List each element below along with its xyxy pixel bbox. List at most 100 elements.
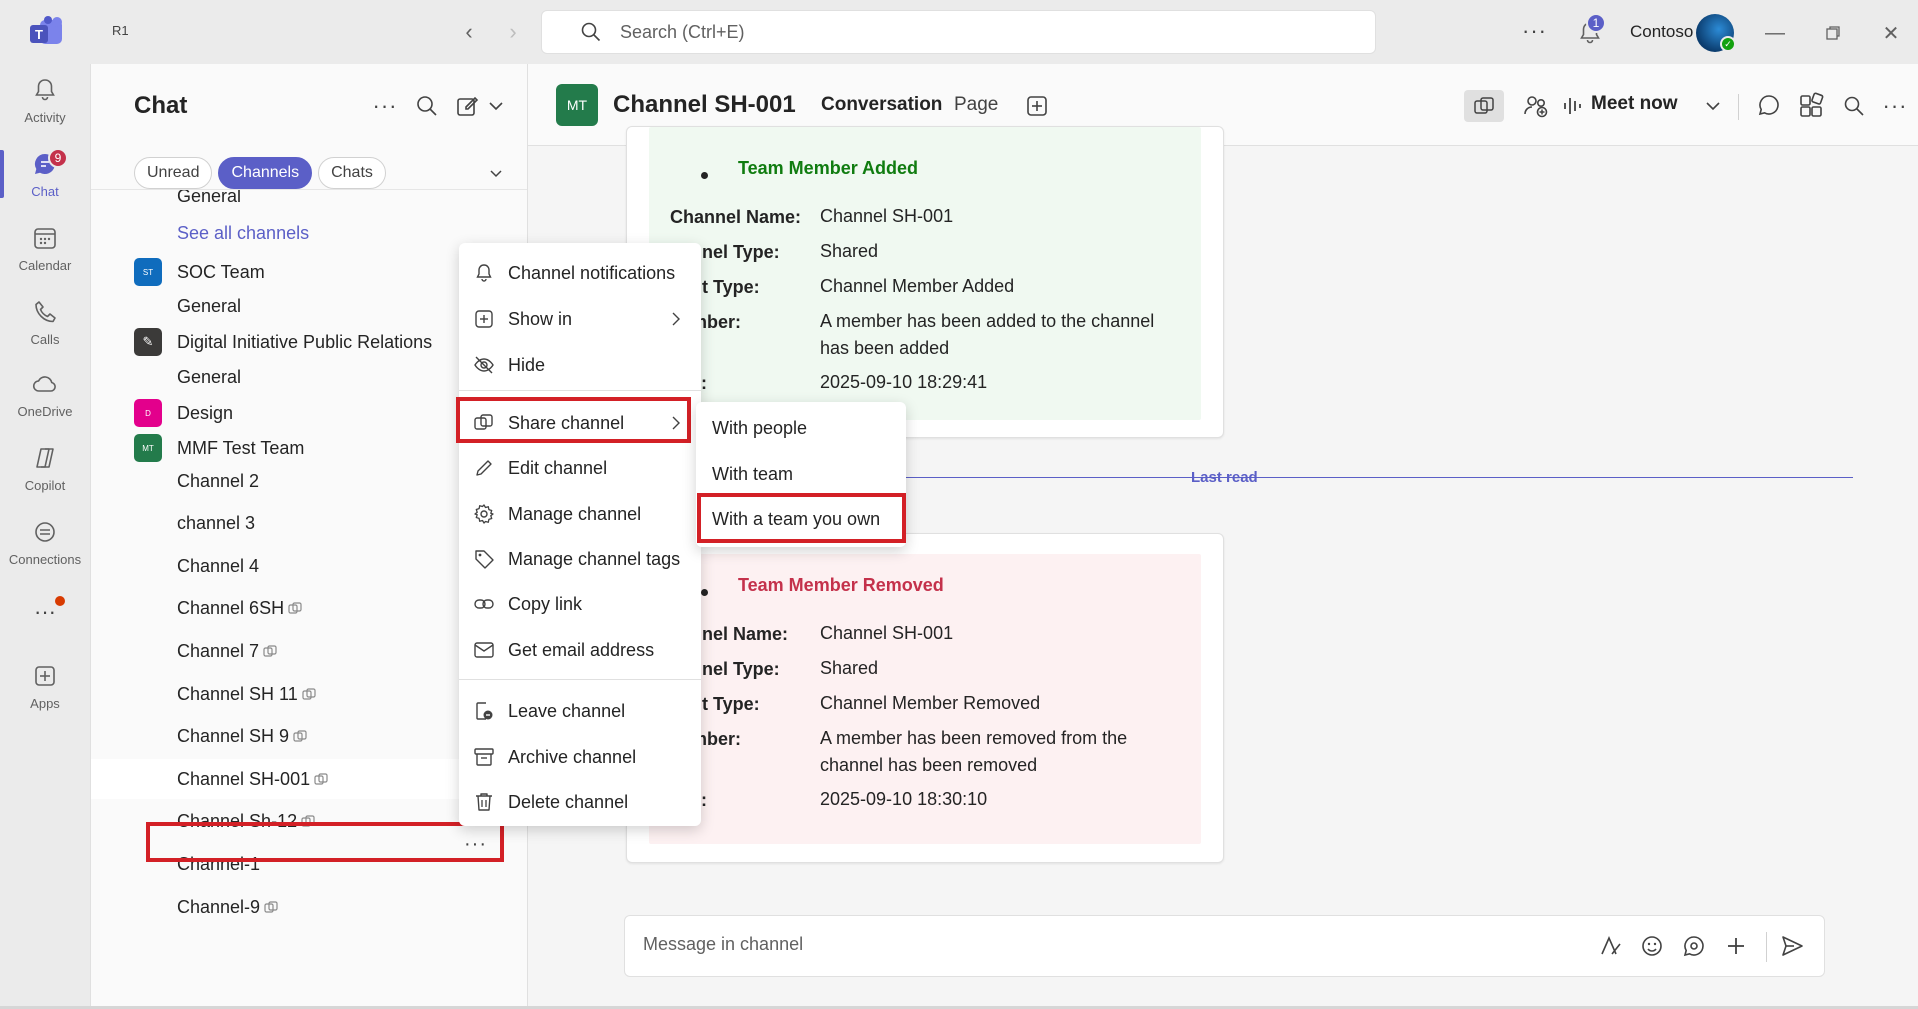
list-item[interactable]: Channel-9 xyxy=(91,887,527,927)
menu-item-channel-notifications[interactable]: Channel notifications xyxy=(459,251,701,295)
tab-page[interactable]: Page xyxy=(954,94,998,116)
format-text-icon[interactable] xyxy=(1596,932,1624,960)
svg-text:T: T xyxy=(35,27,43,42)
menu-item-manage-channel[interactable]: Manage channel xyxy=(459,492,701,536)
audio-waveform-icon[interactable] xyxy=(1559,91,1589,121)
rail-calls[interactable]: Calls xyxy=(0,286,90,358)
apps-icon[interactable] xyxy=(1796,91,1826,121)
list-item[interactable]: General xyxy=(91,190,527,216)
menu-item-copy-link[interactable]: Copy link xyxy=(459,582,701,626)
restore-icon[interactable] xyxy=(1818,18,1848,48)
add-icon[interactable] xyxy=(1722,932,1750,960)
menu-item-label: Hide xyxy=(508,354,546,375)
emoji-icon[interactable] xyxy=(1638,932,1666,960)
search-box[interactable] xyxy=(541,10,1376,54)
search-icon[interactable] xyxy=(413,92,441,120)
field-value: 2025-09-10 18:29:41 xyxy=(820,372,988,392)
message-card-added: Team Member Added Channel Name: Channel … xyxy=(626,126,1224,438)
forward-arrow-icon[interactable]: › xyxy=(499,18,527,46)
meet-now-button[interactable]: Meet now xyxy=(1591,93,1678,115)
org-label: R1 xyxy=(112,23,129,38)
field-key: nnel Type: xyxy=(691,242,780,262)
menu-item-archive-channel[interactable]: Archive channel xyxy=(459,735,701,779)
search-icon[interactable] xyxy=(1839,91,1869,121)
item-label: Channel SH 11 xyxy=(177,683,298,704)
card-title: Team Member Removed xyxy=(738,575,944,595)
chevron-down-icon[interactable] xyxy=(487,164,505,182)
close-window-icon[interactable]: ✕ xyxy=(1876,18,1906,48)
field-value: A member has been removed from the chann… xyxy=(820,728,1128,775)
field-key: Channel Name: xyxy=(670,207,802,227)
add-tab-icon[interactable] xyxy=(1025,94,1049,118)
more-options-icon[interactable]: ··· xyxy=(1880,91,1910,121)
menu-item-show-in[interactable]: Show in xyxy=(459,297,701,341)
compose-icon[interactable] xyxy=(454,92,482,120)
field-value: Channel Member Removed xyxy=(820,693,1041,713)
menu-item-label: Manage channel tags xyxy=(508,548,681,569)
shared-channel-button[interactable] xyxy=(1464,90,1504,122)
search-input[interactable] xyxy=(620,21,1220,43)
channel-title: Channel SH-001 xyxy=(613,91,796,118)
tenant-name[interactable]: Contoso xyxy=(1630,22,1693,42)
loop-icon[interactable] xyxy=(1680,932,1708,960)
chevron-down-icon[interactable] xyxy=(1698,91,1728,121)
team-avatar: ST xyxy=(134,258,162,286)
filter-unread[interactable]: Unread xyxy=(134,157,213,189)
filter-channels[interactable]: Channels xyxy=(218,157,313,189)
gear-icon xyxy=(474,504,494,524)
phone-icon xyxy=(35,300,56,322)
message-composer[interactable] xyxy=(624,915,1825,977)
back-arrow-icon[interactable]: ‹ xyxy=(455,18,483,46)
menu-item-label: Show in xyxy=(508,308,573,329)
submenu-item-with-people[interactable]: With people xyxy=(712,418,807,439)
rail-calendar[interactable]: Calendar xyxy=(0,212,90,284)
menu-item-get-email-address[interactable]: Get email address xyxy=(459,628,701,672)
rail-apps[interactable]: Apps xyxy=(0,650,90,722)
rail-chat[interactable]: Chat 9 xyxy=(0,138,90,210)
notification-badge: 1 xyxy=(1586,13,1606,33)
chevron-down-icon[interactable] xyxy=(482,92,510,120)
cloud-icon xyxy=(32,375,56,392)
more-options-icon[interactable]: ··· xyxy=(1522,18,1547,44)
chat-bubbles-icon[interactable] xyxy=(1754,91,1784,121)
shared-channel-icon xyxy=(288,602,302,614)
rail-copilot[interactable]: Copilot xyxy=(0,432,90,504)
menu-item-label: Channel notifications xyxy=(508,262,676,283)
add-app-icon xyxy=(35,665,55,686)
menu-item-delete-channel[interactable]: Delete channel xyxy=(459,780,701,824)
rail-connections[interactable]: Connections xyxy=(0,506,90,578)
filter-chats[interactable]: Chats xyxy=(318,157,386,189)
item-label: Channel SH-001 xyxy=(177,768,311,789)
tab-conversation[interactable]: Conversation xyxy=(821,94,942,116)
menu-item-label: Manage channel xyxy=(508,503,642,524)
title-bar: T R1 ‹ › ··· 1 Contoso ✓ — ✕ xyxy=(0,0,1918,64)
shared-channel-icon xyxy=(264,901,278,913)
item-label: Channel-9 xyxy=(177,896,261,917)
minimize-icon[interactable]: — xyxy=(1760,18,1790,48)
item-label: General xyxy=(177,295,242,316)
teams-logo-icon[interactable]: T xyxy=(26,16,66,48)
more-options-icon[interactable]: ··· xyxy=(464,833,487,856)
shared-channel-icon xyxy=(1474,97,1494,114)
team-avatar: ✎ xyxy=(134,328,162,356)
menu-item-manage-channel-tags[interactable]: Manage channel tags xyxy=(459,537,701,581)
send-icon[interactable] xyxy=(1778,932,1806,960)
menu-item-leave-channel[interactable]: Leave channel xyxy=(459,689,701,733)
add-people-icon[interactable] xyxy=(1521,91,1551,121)
rail-activity[interactable]: Activity xyxy=(0,64,90,136)
conversation-area: Team Member Added Channel Name: Channel … xyxy=(528,126,1918,1009)
message-input[interactable] xyxy=(643,934,1343,955)
bullet xyxy=(701,589,708,596)
submenu-item-with-team[interactable]: With team xyxy=(712,464,793,485)
menu-item-hide[interactable]: Hide xyxy=(459,343,701,387)
item-label: General xyxy=(177,366,242,387)
item-label: channel 3 xyxy=(177,512,256,533)
item-label: Channel SH 9 xyxy=(177,725,290,746)
more-options-icon[interactable]: ··· xyxy=(371,92,399,120)
more-apps-icon[interactable]: ··· xyxy=(0,576,90,648)
rail-onedrive[interactable]: OneDrive xyxy=(0,358,90,430)
team-avatar: MT xyxy=(134,434,162,462)
menu-item-edit-channel[interactable]: Edit channel xyxy=(459,446,701,490)
leave-icon xyxy=(476,702,493,720)
copilot-icon xyxy=(36,447,54,468)
